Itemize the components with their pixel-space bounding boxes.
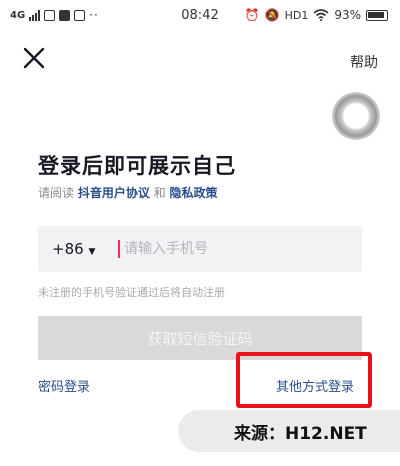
loading-icon bbox=[332, 92, 380, 140]
highlight-box bbox=[236, 352, 372, 408]
register-hint: 未注册的手机号验证通过后将自动注册 bbox=[38, 286, 225, 299]
watermark: 来源：H12.NET bbox=[178, 410, 400, 452]
battery-percent: 93% bbox=[334, 8, 361, 22]
user-agreement-link[interactable]: 抖音用户协议 bbox=[78, 186, 150, 200]
agreement-and: 和 bbox=[153, 186, 166, 200]
battery-icon bbox=[366, 9, 388, 21]
page-title: 登录后即可展示自己 bbox=[38, 154, 236, 178]
help-link[interactable]: 帮助 bbox=[350, 52, 378, 72]
phone-input[interactable] bbox=[124, 226, 354, 272]
phone-field: +86 ▼ bbox=[38, 226, 362, 272]
privacy-policy-link[interactable]: 隐私政策 bbox=[170, 186, 218, 200]
mute-icon: 🔕 bbox=[264, 8, 280, 22]
status-bar: 4G ·· 08:42 ⏰ 🔕 HD1 93% bbox=[0, 0, 400, 32]
hd-indicator: HD1 bbox=[284, 8, 309, 22]
wifi-icon bbox=[313, 9, 329, 21]
agreement-prefix: 请阅读 bbox=[38, 186, 75, 200]
agreement-notice: 请阅读 抖音用户协议 和 隐私政策 bbox=[38, 184, 218, 201]
alarm-icon: ⏰ bbox=[244, 8, 260, 22]
status-right: ⏰ 🔕 HD1 93% bbox=[245, 8, 388, 22]
country-code-value: +86 bbox=[52, 240, 84, 258]
text-caret bbox=[118, 240, 120, 258]
password-login-link[interactable]: 密码登录 bbox=[38, 376, 90, 395]
country-code-select[interactable]: +86 ▼ bbox=[52, 240, 95, 258]
chevron-down-icon: ▼ bbox=[88, 247, 96, 257]
close-icon[interactable] bbox=[22, 46, 46, 70]
